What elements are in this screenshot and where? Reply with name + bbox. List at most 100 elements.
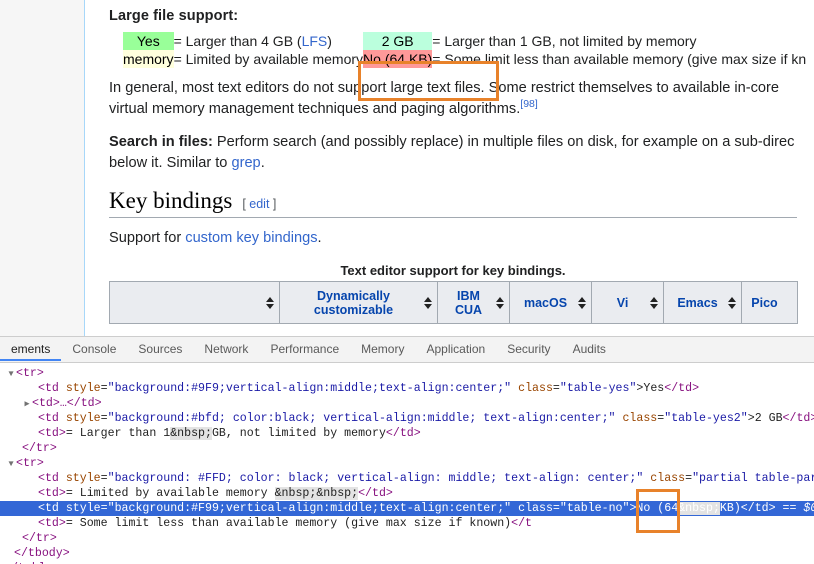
legend-key-no-64kb: No (64 KB) — [363, 50, 433, 68]
dom-tree[interactable]: ▼ <tr> <td style="background:#9F9;vertica… — [0, 363, 814, 564]
dom-eq: = — [100, 502, 108, 515]
grep-link[interactable]: grep — [231, 155, 260, 171]
dom-tag-td-close: </td> — [358, 487, 393, 500]
table-header-emacs[interactable]: Emacs — [663, 281, 742, 324]
dom-line[interactable]: <td>= Larger than 1&nbsp;GB, not limited… — [0, 426, 814, 441]
dom-line[interactable]: <td style="background:#bfd; color:black;… — [0, 411, 814, 426]
dom-line[interactable]: </tbody> — [0, 546, 814, 561]
dom-text: = Limited by available memory — [65, 487, 275, 500]
sort-arrows-icon[interactable] — [728, 296, 737, 309]
table-header-vi[interactable]: Vi — [591, 281, 664, 324]
dom-text: KB) — [719, 502, 741, 515]
tab-network[interactable]: Network — [193, 337, 259, 361]
lfs-link[interactable]: LFS — [302, 33, 328, 49]
dom-tag-td-close: </td> — [385, 427, 421, 440]
dom-entity-nbsp: &nbsp; — [170, 427, 212, 440]
sort-arrows-icon[interactable] — [424, 296, 433, 309]
dom-tag-tr-close: </tr> — [22, 442, 57, 455]
legend-row: Yes = Larger than 4 GB (LFS) 2 GB = Larg… — [123, 32, 806, 50]
dom-text: = Larger than 1 — [65, 427, 171, 440]
dom-tag-td-close: </t — [511, 517, 532, 530]
edit-link-anchor[interactable]: edit — [249, 197, 269, 211]
sort-arrows-icon[interactable] — [266, 296, 275, 309]
key-bindings-table: Dynamically customizable IBM CUA macOS V… — [109, 281, 798, 324]
dom-attr-class-value: "table-yes" — [559, 382, 637, 395]
reference-98[interactable]: [98] — [520, 98, 538, 110]
table-header-blank[interactable] — [109, 281, 280, 324]
legend-desc-yes: = Larger than 4 GB (LFS) — [174, 32, 363, 50]
table-header-dynamically-customizable-label: Dynamically customizable — [313, 288, 394, 317]
dom-attr-class: class — [650, 472, 686, 485]
table-header-vi-label: Vi — [616, 295, 629, 310]
dom-line[interactable]: ▼ <tr> — [0, 456, 814, 471]
tab-application[interactable]: Application — [415, 337, 496, 361]
dom-eq: = — [552, 382, 560, 395]
table-header-dynamically-customizable[interactable]: Dynamically customizable — [279, 281, 438, 324]
reference-98-link[interactable]: [98] — [520, 98, 538, 110]
browser-viewport: Large file support: Yes = Larger than 4 … — [0, 0, 814, 336]
table-header-pico-label: Pico — [751, 295, 778, 310]
custom-key-bindings-link[interactable]: custom key bindings — [185, 230, 317, 246]
dom-line[interactable]: <td>= Limited by available memory &nbsp;… — [0, 486, 814, 501]
tab-audits[interactable]: Audits — [562, 337, 617, 361]
dom-tag-td-open: <td> — [38, 487, 66, 500]
dom-attr-style: style — [65, 412, 101, 425]
dom-line[interactable]: <td style="background:#9F9;vertical-alig… — [0, 381, 814, 396]
dom-tag-td-close: </td> — [782, 412, 814, 425]
large-file-support-heading: Large file support: — [109, 8, 239, 24]
sort-arrows-icon[interactable] — [578, 296, 587, 309]
dom-line[interactable]: ▶ <td>…</td> — [0, 396, 814, 411]
table-caption: Text editor support for key bindings. — [340, 263, 566, 278]
dom-eq: = — [100, 472, 108, 485]
dom-tag-td-open: <td — [38, 472, 66, 485]
expand-triangle-icon[interactable]: ▼ — [6, 367, 16, 382]
edit-bracket-close: ] — [269, 197, 277, 211]
sort-arrows-icon[interactable] — [650, 296, 659, 309]
table-header-ibm-cua[interactable]: IBM CUA — [437, 281, 510, 324]
dom-tag-tr-close: </tr> — [22, 532, 57, 545]
table-header-macos[interactable]: macOS — [509, 281, 592, 324]
tab-elements[interactable]: ements — [0, 337, 62, 361]
expand-triangle-icon[interactable]: ▼ — [6, 457, 16, 472]
dom-attr-style-value: "background:#F99;vertical-align:middle;t… — [107, 502, 512, 515]
legend-desc-no-64kb: = Some limit less than available memory … — [432, 51, 807, 67]
legend-desc-yes-post: ) — [327, 33, 332, 49]
dom-line[interactable]: <td style="background: #FFD; color: blac… — [0, 471, 814, 486]
legend-key-2gb: 2 GB — [363, 32, 433, 50]
section-edit-link[interactable]: [ edit ] — [242, 197, 276, 211]
dom-eq: = — [100, 412, 108, 425]
dom-attr-class-value: "table-no" — [559, 502, 630, 515]
dom-attr-class: class — [622, 412, 658, 425]
dom-eq: = — [100, 382, 108, 395]
sort-arrows-icon[interactable] — [496, 296, 505, 309]
tab-security[interactable]: Security — [496, 337, 561, 361]
table-header-pico[interactable]: Pico — [741, 281, 798, 324]
tab-console[interactable]: Console — [61, 337, 127, 361]
dom-attr-style: style — [65, 382, 101, 395]
dom-line[interactable]: <td>= Some limit less than available mem… — [0, 516, 814, 531]
article-content: Large file support: Yes = Larger than 4 … — [86, 0, 814, 336]
dom-tag-tr-open: <tr> — [16, 457, 44, 470]
table-header-ibm-cua-label: IBM CUA — [454, 288, 483, 317]
dom-attr-class-value: "partial table-partial" — [692, 472, 814, 485]
dom-space — [776, 502, 783, 515]
dom-attr-style-value: "background:#9F9;vertical-align:middle;t… — [107, 382, 512, 395]
table-header-emacs-label: Emacs — [677, 295, 718, 310]
dom-tag-td-open: <td> — [38, 517, 66, 530]
collapse-triangle-icon[interactable]: ▶ — [22, 397, 32, 412]
tab-sources[interactable]: Sources — [127, 337, 193, 361]
tab-performance[interactable]: Performance — [259, 337, 350, 361]
dom-line[interactable]: ▼ <tr> — [0, 366, 814, 381]
dom-text: GB, not limited by memory — [211, 427, 386, 440]
dom-text: >No (64 — [629, 502, 679, 515]
dom-attr-style-value: "background: #FFD; color: black; vertica… — [107, 472, 644, 485]
legend-desc-yes-pre: = Larger than 4 GB ( — [173, 33, 302, 49]
tab-memory[interactable]: Memory — [350, 337, 415, 361]
dom-tag-td-open: <td> — [38, 427, 66, 440]
dom-line-selected[interactable]: <td style="background:#F99;vertical-alig… — [0, 501, 814, 516]
table-header-macos-label: macOS — [523, 295, 568, 310]
legend-desc-memory: = Limited by available memory — [173, 51, 364, 67]
dom-line[interactable]: </tr> — [0, 531, 814, 546]
table-header-row: Dynamically customizable IBM CUA macOS V… — [109, 281, 798, 324]
dom-line[interactable]: </tr> — [0, 441, 814, 456]
